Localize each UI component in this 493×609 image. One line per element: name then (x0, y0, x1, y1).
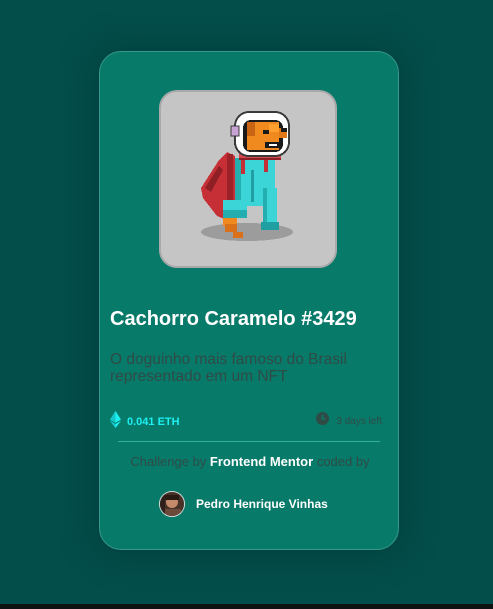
avatar (159, 491, 185, 517)
clock-icon (316, 412, 330, 430)
price-block: 0.041 ETH (110, 411, 180, 433)
nft-image[interactable] (159, 90, 337, 268)
attribution-suffix: coded by (316, 454, 370, 469)
ethereum-icon (110, 411, 121, 433)
nft-description: O doguinho mais famoso do Brasil represe… (110, 351, 347, 385)
frontend-mentor-link[interactable]: Frontend Mentor (210, 454, 313, 469)
attribution-prefix: Challenge by (130, 454, 207, 469)
bottom-edge-bar (0, 604, 493, 609)
divider (118, 441, 380, 442)
dog-astronaut-art (201, 111, 293, 241)
time-left-block: 3 days left (316, 412, 382, 430)
nft-card: Cachorro Caramelo #3429 O doguinho mais … (99, 51, 399, 550)
price-label: 0.041 ETH (127, 416, 180, 428)
nft-title[interactable]: Cachorro Caramelo #3429 (110, 308, 357, 331)
author-name[interactable]: Pedro Henrique Vinhas (196, 497, 328, 511)
time-left-label: 3 days left (336, 415, 382, 427)
nft-meta-row: 0.041 ETH 3 days left (110, 410, 382, 430)
attribution: Challenge by Frontend Mentor coded by (100, 454, 400, 469)
author: Pedro Henrique Vinhas (159, 491, 328, 517)
